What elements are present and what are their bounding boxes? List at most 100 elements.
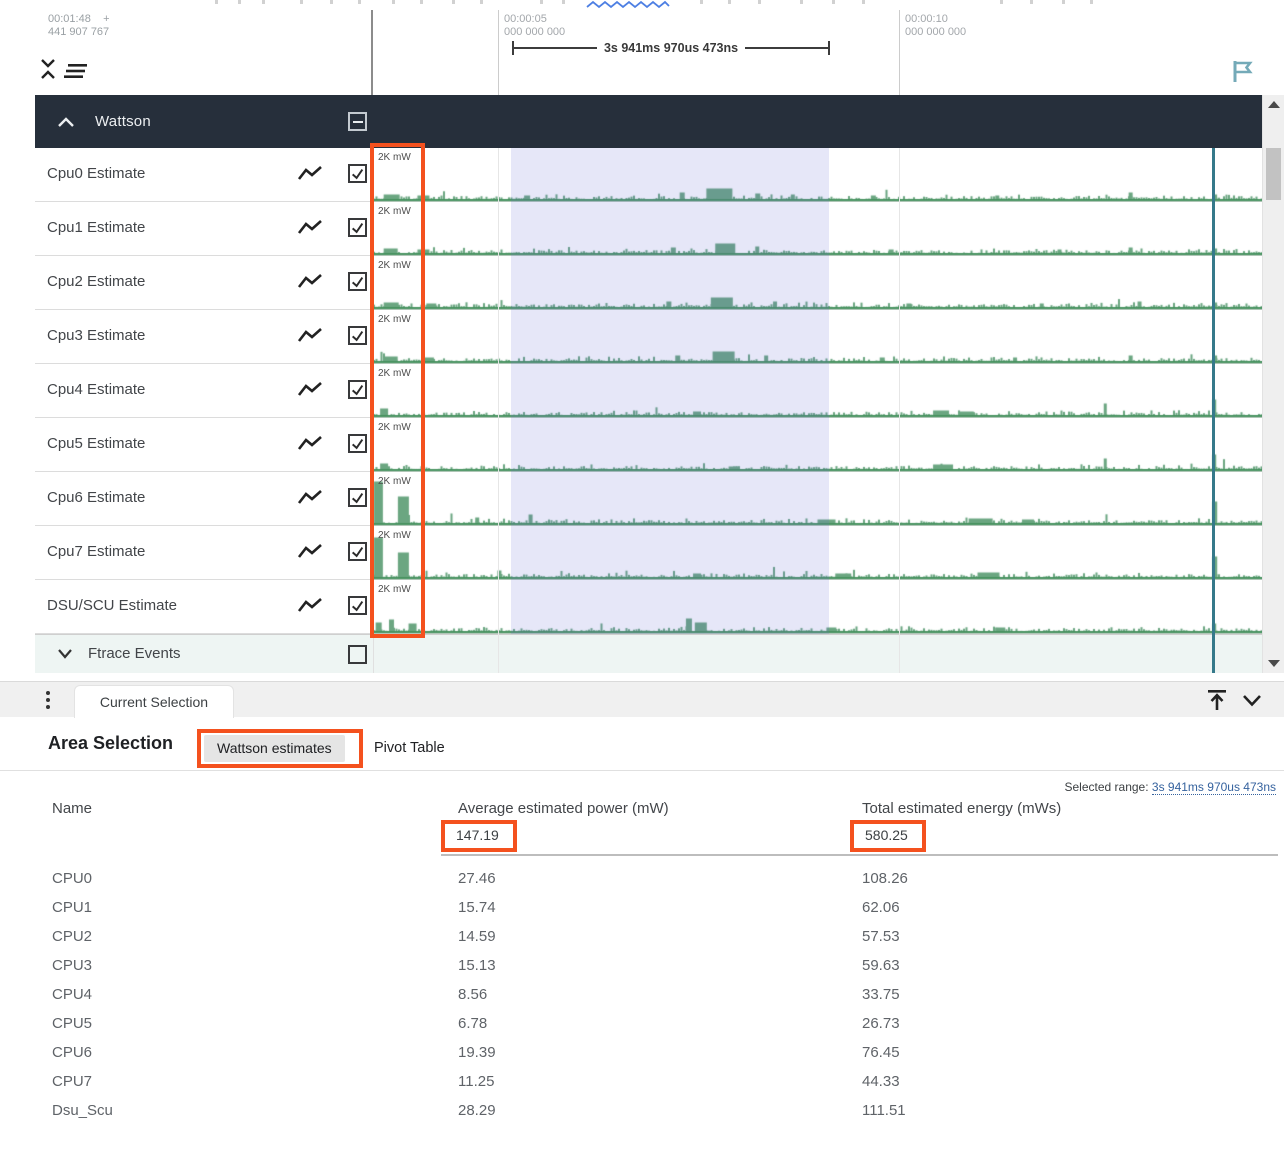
track-trace-canvas[interactable]: [373, 256, 1262, 310]
line-chart-icon: [297, 488, 323, 508]
clipped-glyph-mark: [728, 0, 731, 4]
selected-range-link[interactable]: 3s 941ms 970us 473ns: [1152, 780, 1276, 795]
group-title: Wattson: [95, 113, 151, 130]
track-label: Cpu0 Estimate: [47, 165, 145, 182]
table-row-cpu7: CPU7 11.25 44.33: [0, 1067, 1284, 1096]
tab-wattson-estimates[interactable]: Wattson estimates: [204, 735, 345, 762]
cell-power: 19.39: [458, 1044, 496, 1061]
totals-underline: [441, 854, 1278, 856]
clipped-glyph-mark: [862, 0, 865, 4]
track-trace-canvas[interactable]: [373, 472, 1262, 526]
selected-range-label: Selected range:: [1065, 780, 1149, 794]
cell-power: 15.13: [458, 957, 496, 974]
track-checkbox-checked[interactable]: [348, 596, 367, 615]
panel-divider: [0, 770, 1284, 771]
track-trace-canvas[interactable]: [373, 526, 1262, 580]
spellcheck-squiggle: [586, 0, 670, 9]
track-label: Cpu6 Estimate: [47, 489, 145, 506]
track-checkbox-checked[interactable]: [348, 380, 367, 399]
track-row-cpu0-estimate[interactable]: Cpu0 Estimate 2K mW: [35, 148, 1262, 202]
track-unit-label: 2K mW: [378, 584, 411, 595]
panel-title: Area Selection: [48, 733, 173, 754]
clipped-glyph-mark: [238, 0, 241, 4]
track-checkbox-checked[interactable]: [348, 488, 367, 507]
track-checkbox-checked[interactable]: [348, 272, 367, 291]
line-chart-icon: [297, 380, 323, 400]
track-checkbox-checked[interactable]: [348, 326, 367, 345]
track-unit-label: 2K mW: [378, 422, 411, 433]
scroll-down-icon[interactable]: [1268, 660, 1280, 667]
track-trace-canvas[interactable]: [373, 202, 1262, 256]
cell-name: CPU7: [52, 1073, 92, 1090]
kebab-menu-icon[interactable]: [44, 688, 52, 712]
track-row-dsu-scu-estimate[interactable]: DSU/SCU Estimate 2K mW: [35, 580, 1262, 634]
tab-current-selection[interactable]: Current Selection: [74, 685, 234, 718]
tab-pivot-table[interactable]: Pivot Table: [374, 740, 445, 756]
track-trace-canvas[interactable]: [373, 310, 1262, 364]
gridline-10s: [899, 148, 900, 673]
trace-start-timestamp: 00:01:48 +441 907 767: [48, 13, 110, 39]
table-row-cpu2: CPU214.5957.53: [0, 922, 1284, 951]
track-checkbox-checked[interactable]: [348, 434, 367, 453]
collapse-all-icon[interactable]: [38, 58, 58, 80]
dock-to-top-icon[interactable]: [1205, 689, 1229, 712]
line-chart-icon: [297, 326, 323, 346]
track-trace-canvas[interactable]: [373, 148, 1262, 202]
track-filter-icon[interactable]: [64, 63, 90, 79]
track-label: Cpu3 Estimate: [47, 327, 145, 344]
details-tab-bar: Current Selection: [0, 681, 1284, 717]
scroll-up-icon[interactable]: [1268, 101, 1280, 108]
vertical-scrollbar[interactable]: [1262, 95, 1284, 673]
timeline-ruler[interactable]: 00:01:48 +441 907 767 00:00:05000 000 00…: [0, 10, 1284, 95]
tab-label: Current Selection: [100, 694, 208, 710]
track-row-cpu5-estimate[interactable]: Cpu5 Estimate2K mW: [35, 418, 1262, 472]
track-row-cpu6-estimate[interactable]: Cpu6 Estimate2K mW: [35, 472, 1262, 526]
flag-button[interactable]: [1232, 60, 1254, 83]
clipped-glyph-mark: [215, 0, 218, 4]
clipped-glyph-mark: [262, 0, 265, 4]
group-checkbox-indeterminate[interactable]: [348, 112, 367, 131]
cell-name: CPU0: [52, 870, 92, 887]
clipped-glyph-mark: [562, 0, 565, 4]
scrollbar-thumb[interactable]: [1266, 148, 1281, 200]
cell-name: CPU5: [52, 1015, 92, 1032]
table-row-cpu1: CPU115.7462.06: [0, 893, 1284, 922]
cell-power: 11.25: [458, 1073, 494, 1090]
track-row-cpu3-estimate[interactable]: Cpu3 Estimate 2K mW: [35, 310, 1262, 364]
track-row-cpu2-estimate[interactable]: Cpu2 Estimate2K mW: [35, 256, 1262, 310]
track-group-wattson[interactable]: Wattson: [35, 95, 1262, 148]
track-unit-label: 2K mW: [378, 260, 411, 271]
track-checkbox-checked[interactable]: [348, 164, 367, 183]
track-label: Cpu4 Estimate: [47, 381, 145, 398]
track-trace-canvas[interactable]: [373, 364, 1262, 418]
track-unit-label: 2K mW: [378, 314, 411, 325]
line-chart-icon: [297, 164, 323, 184]
track-row-cpu7-estimate[interactable]: Cpu7 Estimate2K mW: [35, 526, 1262, 580]
cell-energy: 44.33: [862, 1073, 900, 1090]
collapse-panel-chevron-icon[interactable]: [1242, 694, 1262, 707]
selection-edge-marker[interactable]: [1212, 148, 1215, 673]
line-chart-icon: [297, 596, 323, 616]
wattson-table-rows: CPU027.46108.26CPU115.7462.06CPU214.5957…: [0, 864, 1284, 1125]
track-unit-label: 2K mW: [378, 152, 411, 163]
clipped-glyph-mark: [1090, 0, 1093, 4]
track-unit-label: 2K mW: [378, 368, 411, 379]
column-header-power: Average estimated power (mW): [458, 800, 669, 817]
track-row-cpu4-estimate[interactable]: Cpu4 Estimate 2K mW: [35, 364, 1262, 418]
track-checkbox-checked[interactable]: [348, 542, 367, 561]
cell-power: 28.29: [458, 1102, 496, 1119]
track-unit-label: 2K mW: [378, 530, 411, 541]
track-checkbox-checked[interactable]: [348, 218, 367, 237]
track-trace-canvas[interactable]: [373, 580, 1262, 634]
clipped-glyph-mark: [392, 0, 395, 4]
clipped-glyph-mark: [452, 0, 455, 4]
column-header-energy: Total estimated energy (mWs): [862, 800, 1061, 817]
ftrace-checkbox-unchecked[interactable]: [348, 645, 367, 664]
track-group-ftrace[interactable]: Ftrace Events: [35, 634, 1262, 673]
track-label: DSU/SCU Estimate: [47, 597, 177, 614]
clipped-glyph-mark: [540, 0, 543, 4]
track-row-cpu1-estimate[interactable]: Cpu1 Estimate2K mW: [35, 202, 1262, 256]
track-trace-canvas[interactable]: [373, 418, 1262, 472]
ruler-tick-line-10s: [899, 10, 900, 95]
cell-name: Dsu_Scu: [52, 1102, 113, 1119]
